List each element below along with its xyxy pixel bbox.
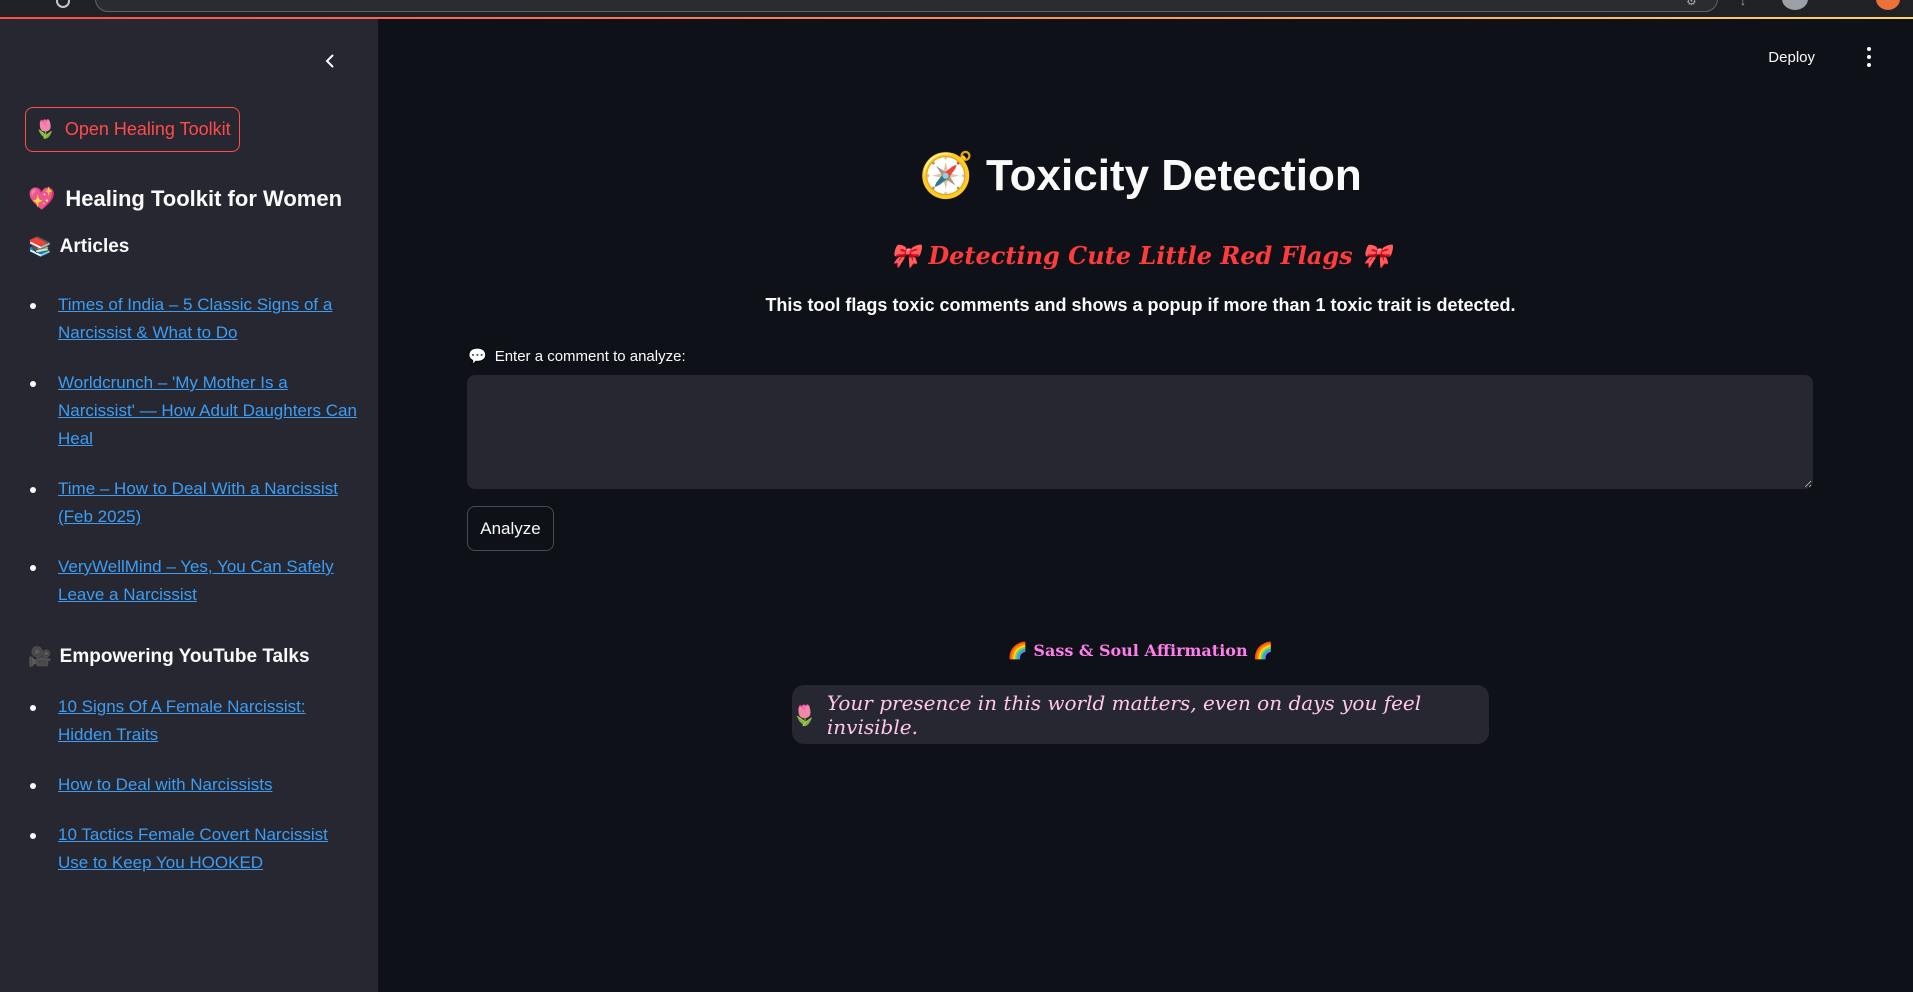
list-item: Times of India – 5 Classic Signs of a Na… <box>28 291 358 347</box>
comment-input-label: 💬 Enter a comment to analyze: <box>468 347 686 365</box>
deploy-button[interactable]: Deploy <box>1760 45 1823 70</box>
youtube-heading: 🎥 Empowering YouTube Talks <box>28 645 310 669</box>
chevron-left-icon <box>325 54 334 68</box>
youtube-link[interactable]: How to Deal with Narcissists <box>58 775 272 794</box>
page-title-text: Toxicity Detection <box>986 151 1362 200</box>
affirmation-text: Your presence in this world matters, eve… <box>826 690 1422 739</box>
list-item: VeryWellMind – Yes, You Can Safely Leave… <box>28 553 358 609</box>
books-icon: 📚 <box>28 236 52 258</box>
sidebar-heading-text: Healing Toolkit for Women <box>65 186 343 211</box>
tool-description: This tool flags toxic comments and shows… <box>765 295 1516 315</box>
affirmation-card: 🌷 Your presence in this world matters, e… <box>792 685 1489 744</box>
page-title: 🧭 Toxicity Detection <box>378 149 1903 201</box>
speech-bubble-icon: 💬 <box>468 347 487 365</box>
list-item: 10 Tactics Female Covert Narcissist Use … <box>28 821 358 877</box>
browser-toolbar: ⚙ ↓ <box>0 0 1913 18</box>
comment-input[interactable] <box>467 375 1813 489</box>
analyze-button[interactable]: Analyze <box>467 506 554 551</box>
toolkit-button-label: Open Healing Toolkit <box>64 119 231 139</box>
collapse-sidebar-button[interactable] <box>318 49 342 73</box>
comment-input-label-text: Enter a comment to analyze: <box>494 347 686 365</box>
list-item: Time – How to Deal With a Narcissist (Fe… <box>28 475 358 531</box>
reload-icon[interactable] <box>56 0 70 8</box>
youtube-link[interactable]: 10 Tactics Female Covert Narcissist Use … <box>58 825 328 872</box>
heart-icon: 💖 <box>28 186 56 212</box>
articles-heading-text: Articles <box>59 235 130 257</box>
profile-avatar[interactable] <box>1782 0 1808 10</box>
article-link[interactable]: Times of India – 5 Classic Signs of a Na… <box>58 295 332 342</box>
sidebar-heading: 💖 Healing Toolkit for Women <box>28 186 342 212</box>
youtube-link[interactable]: 10 Signs Of A Female Narcissist: Hidden … <box>58 697 306 744</box>
open-healing-toolkit-button[interactable]: 🌷 Open Healing Toolkit <box>25 107 240 152</box>
sidebar: 🌷 Open Healing Toolkit 💖 Healing Toolkit… <box>0 19 378 992</box>
list-item: Worldcrunch – 'My Mother Is a Narcissist… <box>28 369 358 453</box>
articles-heading: 📚 Articles <box>28 235 130 259</box>
tulip-icon: 🌷 <box>792 702 817 727</box>
affirmation-title: 🌈 Sass & Soul Affirmation 🌈 <box>1007 641 1274 660</box>
articles-list: Times of India – 5 Classic Signs of a Na… <box>28 291 358 631</box>
video-camera-icon: 🎥 <box>28 646 52 668</box>
extensions-icon[interactable]: ⚙ <box>1686 0 1700 7</box>
tulip-icon: 🌷 <box>34 119 57 140</box>
list-item: How to Deal with Narcissists <box>28 771 358 799</box>
article-link[interactable]: Worldcrunch – 'My Mother Is a Narcissist… <box>58 373 357 448</box>
list-item: 10 Signs Of A Female Narcissist: Hidden … <box>28 693 358 749</box>
article-link[interactable]: Time – How to Deal With a Narcissist (Fe… <box>58 479 338 526</box>
page-subtitle: 🎀 Detecting Cute Little Red Flags 🎀 <box>890 241 1391 270</box>
download-icon[interactable]: ↓ <box>1740 0 1750 7</box>
address-bar[interactable] <box>95 0 1718 12</box>
main-content: Deploy 🧭 Toxicity Detection 🎀 Detecting C… <box>378 19 1913 992</box>
youtube-heading-text: Empowering YouTube Talks <box>59 645 310 667</box>
browser-menu-icon[interactable] <box>1876 0 1900 10</box>
compass-icon: 🧭 <box>919 150 975 201</box>
main-menu-icon[interactable] <box>1861 47 1877 67</box>
article-link[interactable]: VeryWellMind – Yes, You Can Safely Leave… <box>58 557 334 604</box>
youtube-list: 10 Signs Of A Female Narcissist: Hidden … <box>28 693 358 899</box>
